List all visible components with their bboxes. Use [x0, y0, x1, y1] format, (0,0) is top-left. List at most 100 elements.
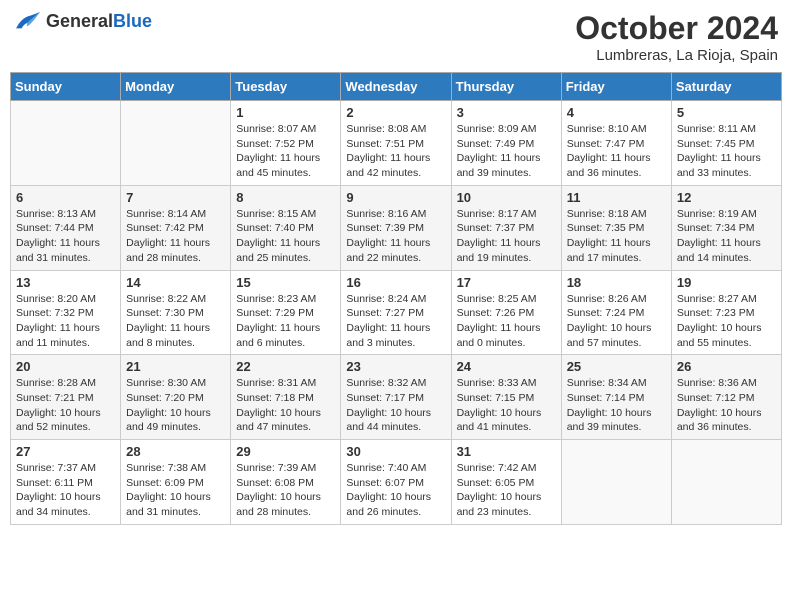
- day-number: 15: [236, 275, 335, 290]
- day-number: 17: [457, 275, 556, 290]
- calendar-week-row: 13 Sunrise: 8:20 AM Sunset: 7:32 PM Dayli…: [11, 270, 782, 355]
- calendar-cell: 23Sunrise: 8:32 AM Sunset: 7:17 PM Dayli…: [341, 355, 451, 440]
- calendar-cell: [121, 101, 231, 186]
- day-number: 13: [16, 275, 115, 290]
- day-number: 10: [457, 190, 556, 205]
- logo-icon: [14, 10, 42, 32]
- calendar-cell: 22 Sunrise: 8:31 AM Sunset: 7:18 PM Dayli…: [231, 355, 341, 440]
- calendar-cell: 11Sunrise: 8:18 AM Sunset: 7:35 PM Dayli…: [561, 185, 671, 270]
- day-info: Sunrise: 8:24 AM Sunset: 7:27 PM Dayligh…: [346, 292, 445, 351]
- day-info: Sunrise: 8:11 AM Sunset: 7:45 PM Dayligh…: [677, 122, 776, 181]
- calendar-cell: 28 Sunrise: 7:38 AM Sunset: 6:09 PM Dayli…: [121, 440, 231, 525]
- day-info: Sunrise: 8:10 AM Sunset: 7:47 PM Dayligh…: [567, 122, 666, 181]
- day-info: Sunrise: 8:20 AM Sunset: 7:32 PM Dayligh…: [16, 292, 115, 351]
- day-number: 24: [457, 359, 556, 374]
- day-number: 7: [126, 190, 225, 205]
- calendar-cell: 30Sunrise: 7:40 AM Sunset: 6:07 PM Dayli…: [341, 440, 451, 525]
- col-header-tuesday: Tuesday: [231, 73, 341, 101]
- calendar-cell: 2Sunrise: 8:08 AM Sunset: 7:51 PM Daylig…: [341, 101, 451, 186]
- day-info: Sunrise: 8:25 AM Sunset: 7:26 PM Dayligh…: [457, 292, 556, 351]
- day-number: 27: [16, 444, 115, 459]
- logo-text: GeneralBlue: [46, 11, 152, 32]
- day-number: 23: [346, 359, 445, 374]
- calendar-cell: 3 Sunrise: 8:09 AM Sunset: 7:49 PM Daylig…: [451, 101, 561, 186]
- day-number: 31: [457, 444, 556, 459]
- calendar-cell: 5 Sunrise: 8:11 AM Sunset: 7:45 PM Daylig…: [671, 101, 781, 186]
- day-info: Sunrise: 8:08 AM Sunset: 7:51 PM Dayligh…: [346, 122, 445, 181]
- calendar-cell: 17 Sunrise: 8:25 AM Sunset: 7:26 PM Dayli…: [451, 270, 561, 355]
- calendar-cell: 12 Sunrise: 8:19 AM Sunset: 7:34 PM Dayli…: [671, 185, 781, 270]
- day-info: Sunrise: 8:17 AM Sunset: 7:37 PM Dayligh…: [457, 207, 556, 266]
- calendar-cell: 1 Sunrise: 8:07 AM Sunset: 7:52 PM Daylig…: [231, 101, 341, 186]
- day-info: Sunrise: 8:19 AM Sunset: 7:34 PM Dayligh…: [677, 207, 776, 266]
- calendar-week-row: 6 Sunrise: 8:13 AM Sunset: 7:44 PM Daylig…: [11, 185, 782, 270]
- logo: GeneralBlue: [14, 10, 152, 32]
- calendar-cell: 20 Sunrise: 8:28 AM Sunset: 7:21 PM Dayli…: [11, 355, 121, 440]
- day-info: Sunrise: 8:16 AM Sunset: 7:39 PM Dayligh…: [346, 207, 445, 266]
- day-number: 9: [346, 190, 445, 205]
- calendar-cell: 31Sunrise: 7:42 AM Sunset: 6:05 PM Dayli…: [451, 440, 561, 525]
- day-number: 6: [16, 190, 115, 205]
- day-info: Sunrise: 8:31 AM Sunset: 7:18 PM Dayligh…: [236, 376, 335, 435]
- day-info: Sunrise: 8:22 AM Sunset: 7:30 PM Dayligh…: [126, 292, 225, 351]
- day-info: Sunrise: 8:27 AM Sunset: 7:23 PM Dayligh…: [677, 292, 776, 351]
- calendar-header-row: SundayMondayTuesdayWednesdayThursdayFrid…: [11, 73, 782, 101]
- day-number: 4: [567, 105, 666, 120]
- calendar-cell: 4 Sunrise: 8:10 AM Sunset: 7:47 PM Daylig…: [561, 101, 671, 186]
- day-number: 1: [236, 105, 335, 120]
- col-header-thursday: Thursday: [451, 73, 561, 101]
- day-info: Sunrise: 8:09 AM Sunset: 7:49 PM Dayligh…: [457, 122, 556, 181]
- calendar-table: SundayMondayTuesdayWednesdayThursdayFrid…: [10, 72, 782, 525]
- day-number: 5: [677, 105, 776, 120]
- day-number: 28: [126, 444, 225, 459]
- calendar-cell: 25Sunrise: 8:34 AM Sunset: 7:14 PM Dayli…: [561, 355, 671, 440]
- day-info: Sunrise: 8:18 AM Sunset: 7:35 PM Dayligh…: [567, 207, 666, 266]
- main-title: October 2024: [575, 10, 778, 47]
- day-number: 21: [126, 359, 225, 374]
- calendar-cell: 8 Sunrise: 8:15 AM Sunset: 7:40 PM Daylig…: [231, 185, 341, 270]
- day-info: Sunrise: 8:07 AM Sunset: 7:52 PM Dayligh…: [236, 122, 335, 181]
- subtitle: Lumbreras, La Rioja, Spain: [575, 47, 778, 64]
- calendar-cell: [11, 101, 121, 186]
- day-number: 3: [457, 105, 556, 120]
- day-info: Sunrise: 8:15 AM Sunset: 7:40 PM Dayligh…: [236, 207, 335, 266]
- day-info: Sunrise: 7:39 AM Sunset: 6:08 PM Dayligh…: [236, 461, 335, 520]
- day-info: Sunrise: 8:28 AM Sunset: 7:21 PM Dayligh…: [16, 376, 115, 435]
- calendar-cell: 15Sunrise: 8:23 AM Sunset: 7:29 PM Dayli…: [231, 270, 341, 355]
- logo-general: General: [46, 11, 113, 31]
- day-number: 18: [567, 275, 666, 290]
- calendar-cell: 27 Sunrise: 7:37 AM Sunset: 6:11 PM Dayli…: [11, 440, 121, 525]
- day-number: 22: [236, 359, 335, 374]
- calendar-cell: 16Sunrise: 8:24 AM Sunset: 7:27 PM Dayli…: [341, 270, 451, 355]
- calendar-week-row: 27 Sunrise: 7:37 AM Sunset: 6:11 PM Dayli…: [11, 440, 782, 525]
- calendar-cell: 18 Sunrise: 8:26 AM Sunset: 7:24 PM Dayli…: [561, 270, 671, 355]
- col-header-saturday: Saturday: [671, 73, 781, 101]
- col-header-sunday: Sunday: [11, 73, 121, 101]
- day-number: 20: [16, 359, 115, 374]
- day-info: Sunrise: 7:37 AM Sunset: 6:11 PM Dayligh…: [16, 461, 115, 520]
- logo-blue: Blue: [113, 11, 152, 31]
- day-number: 12: [677, 190, 776, 205]
- calendar-cell: 9 Sunrise: 8:16 AM Sunset: 7:39 PM Daylig…: [341, 185, 451, 270]
- calendar-cell: 6 Sunrise: 8:13 AM Sunset: 7:44 PM Daylig…: [11, 185, 121, 270]
- day-info: Sunrise: 8:13 AM Sunset: 7:44 PM Dayligh…: [16, 207, 115, 266]
- day-info: Sunrise: 7:40 AM Sunset: 6:07 PM Dayligh…: [346, 461, 445, 520]
- calendar-week-row: 1 Sunrise: 8:07 AM Sunset: 7:52 PM Daylig…: [11, 101, 782, 186]
- col-header-friday: Friday: [561, 73, 671, 101]
- calendar-cell: [561, 440, 671, 525]
- calendar-cell: 26Sunrise: 8:36 AM Sunset: 7:12 PM Dayli…: [671, 355, 781, 440]
- calendar-cell: 24 Sunrise: 8:33 AM Sunset: 7:15 PM Dayli…: [451, 355, 561, 440]
- day-info: Sunrise: 8:26 AM Sunset: 7:24 PM Dayligh…: [567, 292, 666, 351]
- title-block: October 2024 Lumbreras, La Rioja, Spain: [575, 10, 778, 64]
- page-header: GeneralBlue October 2024 Lumbreras, La R…: [10, 10, 782, 64]
- day-info: Sunrise: 8:30 AM Sunset: 7:20 PM Dayligh…: [126, 376, 225, 435]
- day-info: Sunrise: 8:33 AM Sunset: 7:15 PM Dayligh…: [457, 376, 556, 435]
- day-number: 8: [236, 190, 335, 205]
- day-number: 14: [126, 275, 225, 290]
- calendar-cell: 21 Sunrise: 8:30 AM Sunset: 7:20 PM Dayli…: [121, 355, 231, 440]
- day-info: Sunrise: 8:36 AM Sunset: 7:12 PM Dayligh…: [677, 376, 776, 435]
- calendar-cell: 7Sunrise: 8:14 AM Sunset: 7:42 PM Daylig…: [121, 185, 231, 270]
- day-number: 19: [677, 275, 776, 290]
- day-info: Sunrise: 7:38 AM Sunset: 6:09 PM Dayligh…: [126, 461, 225, 520]
- day-number: 29: [236, 444, 335, 459]
